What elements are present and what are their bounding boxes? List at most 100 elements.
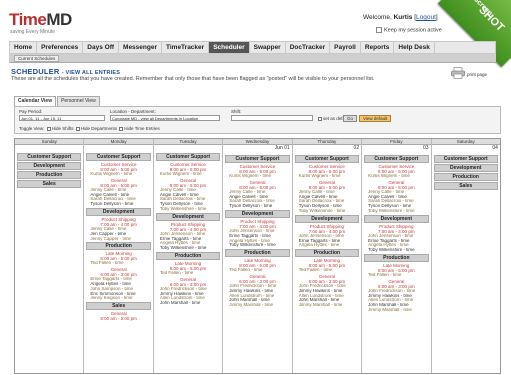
shift-block[interactable]: Late Morning 8:00 am - 5:00 pm Ted Fallen … (156, 261, 220, 276)
shift-block[interactable]: Customer Service 8:00 am - 5:00 pm Kurtis … (225, 164, 289, 179)
department-header[interactable]: Development (433, 164, 498, 172)
department-header[interactable]: Sales (433, 182, 498, 190)
nav-item-scheduler[interactable]: Scheduler (209, 42, 250, 53)
department-header[interactable]: Production (225, 249, 290, 258)
assigned-person[interactable]: Kurtis Wignem - time (86, 172, 150, 177)
department-header[interactable]: Production (294, 249, 360, 258)
assigned-person[interactable]: Ted Fallen - time (225, 268, 289, 273)
assigned-person[interactable]: Kurtis Wignem - time (364, 174, 428, 179)
print-page-link[interactable]: print page (467, 72, 487, 77)
assigned-person[interactable]: Jimmy Marshall - time (225, 303, 289, 308)
hide-shifts-checkbox[interactable] (46, 126, 51, 131)
shift-block[interactable]: Late Morning 8:00 am - 5:00 pm Ted Fallen … (295, 258, 359, 273)
shift-block[interactable]: Customer Service 8:00 am - 5:00 pm Kurtis … (364, 164, 428, 179)
nav-item-timetracker[interactable]: TimeTracker (162, 42, 210, 53)
view-default-button[interactable]: View default (359, 115, 392, 122)
nav-item-payroll[interactable]: Payroll (330, 42, 361, 53)
printer-icon[interactable] (451, 67, 465, 79)
department-header[interactable]: Customer Support (364, 155, 429, 163)
department-header[interactable]: Customer Support (86, 153, 151, 161)
department-header[interactable]: Development (17, 162, 82, 170)
department-header[interactable]: Development (225, 209, 290, 218)
assigned-person[interactable]: Toby Wilkenshire - time (364, 209, 428, 214)
shift-block[interactable]: Customer Service 8:00 am - 5:00 pm Kurtis … (156, 162, 220, 177)
logout-link[interactable]: Logout (416, 14, 436, 21)
assigned-person[interactable]: Toby Wilkenshire - time (295, 209, 359, 214)
pay-period-select[interactable]: Jun 01, 11 - Jun 15, 11 (19, 115, 105, 121)
shift-block[interactable]: General 8:00 am - 5:00 pm Jenny Calle - ti… (225, 180, 289, 209)
assigned-person[interactable]: Kurtis Wignem - time (225, 174, 289, 179)
department-header[interactable]: Customer Support (294, 155, 360, 163)
department-header[interactable]: Customer Support (225, 155, 290, 163)
assigned-person[interactable]: Jimmy Marshall - time (295, 303, 359, 308)
hide-time-entries-checkbox[interactable] (119, 126, 124, 131)
department-header[interactable]: Production (17, 171, 82, 179)
hide-departments-checkbox[interactable] (75, 126, 80, 131)
assigned-person[interactable]: Toby Wilkenshire - time (156, 207, 220, 212)
department-header[interactable]: Customer Support (155, 153, 221, 161)
assigned-person[interactable]: Toby Wilkenshire - time (364, 248, 428, 253)
assigned-person[interactable]: Tyson Dellyson - time (225, 204, 289, 209)
department-header[interactable]: Production (364, 253, 429, 262)
shift-block[interactable]: General 6:00 am - 3:00 pm Ernie Taggarts -… (86, 267, 150, 301)
department-header[interactable]: Customer Support (17, 153, 82, 161)
nav-item-reports[interactable]: Reports (361, 42, 395, 53)
shift-block[interactable]: Late Morning 8:00 am - 5:00 pm Ted Fallen … (364, 263, 428, 278)
department-header[interactable]: Development (364, 214, 429, 223)
location-select[interactable]: Corporate MD - view all Departments in L… (110, 115, 220, 121)
keep-session-checkbox[interactable] (376, 27, 382, 33)
department-header[interactable]: Sales (17, 180, 82, 188)
nav-item-help-desk[interactable]: Help Desk (394, 42, 435, 53)
set-default-checkbox[interactable] (318, 116, 322, 121)
assigned-person[interactable]: Jenny Kingson - time (86, 296, 150, 301)
nav-item-home[interactable]: Home (10, 42, 38, 53)
timemd-logo[interactable]: TimeMD (9, 10, 72, 30)
assigned-person[interactable]: Ted Fallen - time (86, 261, 150, 266)
department-header[interactable]: Production (155, 251, 221, 260)
shift-select[interactable] (231, 115, 313, 121)
nav-item-messenger[interactable]: Messenger (119, 42, 162, 53)
nav-item-days-off[interactable]: Days Off (83, 42, 120, 53)
department-header[interactable]: Development (155, 212, 221, 221)
assigned-person[interactable]: Toby Wilkenshire - time (156, 246, 220, 251)
keep-session-active[interactable]: Keep my session active (376, 27, 442, 33)
department-header[interactable]: Production (433, 173, 498, 181)
assigned-person[interactable]: Jenny Capper - time (86, 237, 150, 242)
nav-item-doctracker[interactable]: DocTracker (286, 42, 331, 53)
shift-block[interactable]: Product Shipping 7:00 am - 4:00 pm Jenny C… (86, 217, 150, 241)
shift-block[interactable]: General 8:00 am - 5:00 pm Jenny Calle - ti… (86, 178, 150, 207)
shift-block[interactable]: General 8:00 am - 5:00 pm Jenny Calle - ti… (295, 180, 359, 214)
shift-block[interactable]: Customer Service 8:00 am - 5:00 pm Kurtis … (86, 162, 150, 177)
shift-block[interactable]: General 6:00 am - 3:00 pm John Fredrickson… (295, 274, 359, 308)
shift-block[interactable]: Customer Service 8:00 am - 5:00 pm Kurtis … (295, 164, 359, 179)
assigned-person[interactable]: Toby Wilkenshire - time (225, 243, 289, 248)
assigned-person[interactable]: Ted Fallen - time (156, 271, 220, 276)
assigned-person[interactable]: Tyson Dellyson - time (86, 202, 150, 207)
assigned-person[interactable]: Angela Hyttes - time (295, 243, 359, 248)
shift-block[interactable]: Late Morning 8:00 am - 5:00 pm Ted Fallen … (86, 251, 150, 266)
shift-block[interactable]: Product Shipping 7:00 am - 4:00 pm John Je… (156, 222, 220, 251)
assigned-person[interactable]: Jimmy Marshall - time (364, 308, 428, 313)
tab-personnel-view[interactable]: Personnel View (57, 96, 100, 106)
department-header[interactable]: Development (294, 214, 360, 223)
go-button[interactable]: Go (343, 115, 358, 122)
shift-block[interactable]: Product Shipping 7:00 am - 4:00 pm John Je… (295, 224, 359, 248)
shift-block[interactable]: General 8:00 am - 5:00 pm Jenny Calle - ti… (156, 178, 220, 212)
department-header[interactable]: Development (86, 207, 151, 216)
shift-block[interactable]: Late Morning 8:00 am - 5:00 pm Ted Fallen … (225, 258, 289, 273)
subnav-current-schedules[interactable]: Current Schedules (14, 55, 60, 62)
shift-block[interactable]: Product Shipping 7:00 am - 4:00 pm John Je… (225, 219, 289, 248)
shift-block[interactable]: General 6:00 am - 3:00 pm John Fredrickson… (364, 279, 428, 313)
tab-calendar-view[interactable]: Calendar View (14, 96, 57, 106)
shift-block[interactable]: General 6:00 am - 3:00 pm John Fredrickson… (225, 274, 289, 308)
department-header[interactable]: Production (86, 242, 151, 251)
shift-block[interactable]: General 6:00 am - 3:00 pm John Fredrickson… (156, 277, 220, 306)
shift-block[interactable]: Product Shipping 7:00 am - 4:00 pm John Je… (364, 224, 428, 253)
assigned-person[interactable]: Ted Fallen - time (295, 268, 359, 273)
nav-item-swapper[interactable]: Swapper (250, 42, 286, 53)
assigned-person[interactable]: Kurtis Wignem - time (295, 174, 359, 179)
assigned-person[interactable]: Ted Fallen - time (364, 273, 428, 278)
assigned-person[interactable]: Kurtis Wignem - time (156, 172, 220, 177)
department-header[interactable]: Sales (86, 302, 151, 311)
department-header[interactable]: Customer Support (433, 155, 498, 163)
